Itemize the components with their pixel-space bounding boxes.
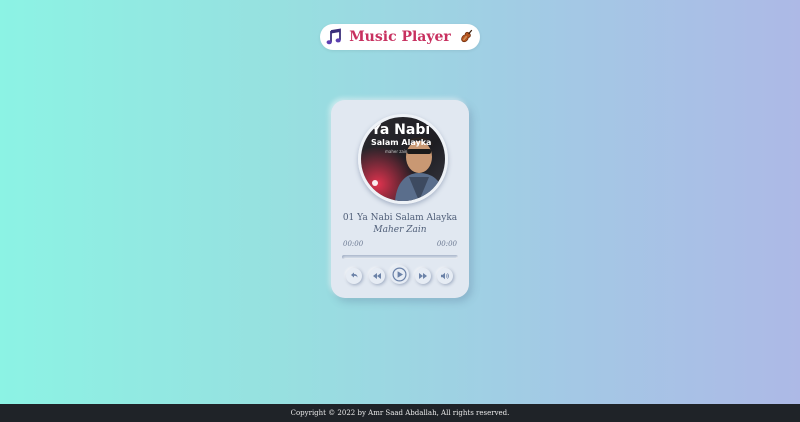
repeat-icon bbox=[351, 272, 358, 278]
fast-forward-button[interactable] bbox=[415, 268, 431, 284]
music-notes-icon bbox=[325, 28, 343, 46]
progress-bar[interactable] bbox=[342, 255, 458, 259]
rewind-button[interactable] bbox=[369, 268, 385, 284]
cover-headline: Ya Nabi bbox=[370, 122, 430, 138]
play-icon bbox=[392, 267, 407, 282]
album-cover: Ya Nabi Salam Alayka maher zain bbox=[358, 114, 448, 204]
copyright-text: Copyright © 2022 by Amr Saad Abdallah, A… bbox=[290, 409, 510, 417]
music-player-card: Ya Nabi Salam Alayka maher zain 01 Ya Na… bbox=[331, 100, 469, 298]
playback-controls bbox=[331, 265, 469, 288]
violin-icon bbox=[457, 28, 475, 46]
cover-small-text: maher zain bbox=[385, 149, 408, 154]
cover-subline: Salam Alayka bbox=[371, 138, 431, 147]
song-artist: Maher Zain bbox=[373, 225, 427, 235]
footer: Copyright © 2022 by Amr Saad Abdallah, A… bbox=[0, 404, 800, 422]
app-title: Music Player bbox=[349, 29, 451, 45]
fast-forward-icon bbox=[419, 273, 427, 279]
app-title-badge: Music Player bbox=[320, 24, 480, 50]
play-button[interactable] bbox=[390, 265, 409, 284]
volume-button[interactable] bbox=[437, 268, 453, 284]
song-title: 01 Ya Nabi Salam Alayka bbox=[342, 213, 458, 223]
total-time: 00:00 bbox=[436, 240, 457, 248]
rewind-icon bbox=[373, 273, 381, 279]
current-time: 00:00 bbox=[343, 240, 364, 248]
repeat-button[interactable] bbox=[346, 268, 362, 284]
volume-icon bbox=[441, 272, 449, 280]
